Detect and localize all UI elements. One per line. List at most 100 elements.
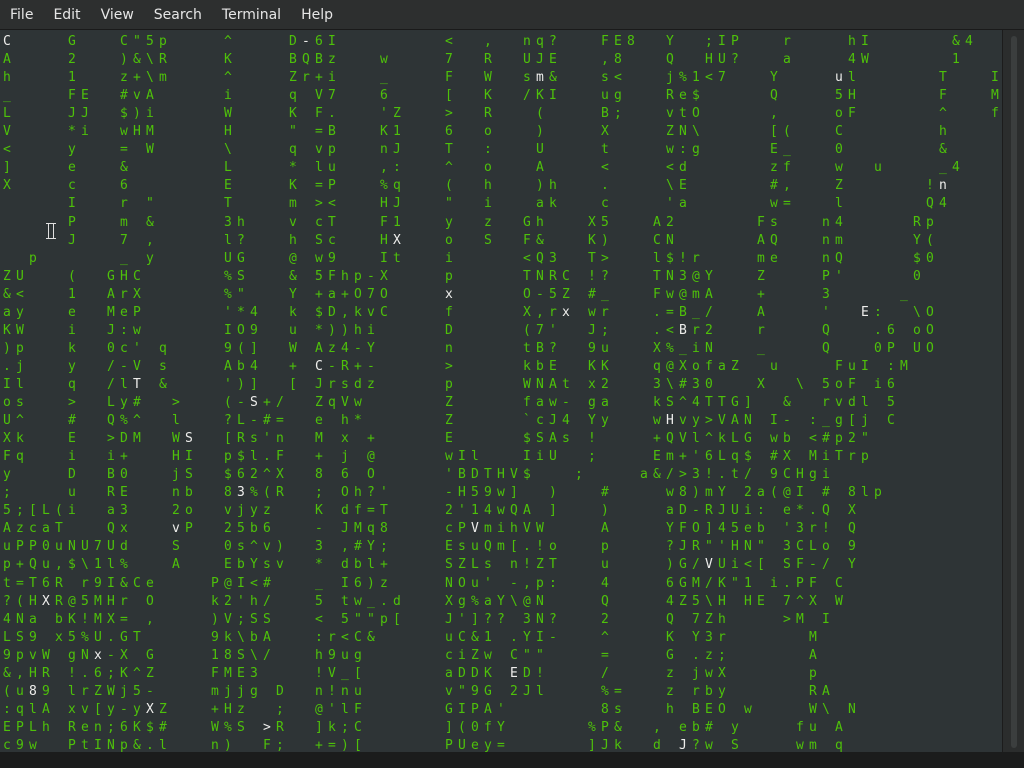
rain-glyph: m xyxy=(497,539,505,555)
rain-glyph: y xyxy=(718,683,726,699)
rain-glyph: Q xyxy=(822,503,830,519)
rain-glyph: a xyxy=(783,52,791,68)
rain-glyph: 2 xyxy=(666,214,674,230)
rain-glyph: ' xyxy=(497,701,505,717)
rain-glyph: T xyxy=(29,575,37,591)
rain-glyph: & xyxy=(536,232,544,248)
rain-glyph: J xyxy=(445,611,453,627)
rain-glyph: e xyxy=(679,88,687,104)
terminal-scrollbar[interactable] xyxy=(1002,30,1024,752)
rain-glyph: k xyxy=(653,395,661,410)
rain-glyph: F xyxy=(263,737,271,752)
rain-glyph: / xyxy=(666,467,674,483)
rain-glyph: X xyxy=(120,647,128,663)
rain-glyph: + xyxy=(354,358,362,374)
rain-glyph: # xyxy=(263,413,271,429)
rain-glyph: D xyxy=(458,665,466,681)
rain-glyph: r xyxy=(120,593,128,609)
rain-glyph: A xyxy=(42,701,50,717)
rain-glyph: ' xyxy=(380,106,388,122)
rain-glyph: ! xyxy=(536,665,544,681)
rain-glyph: ; xyxy=(237,611,245,627)
rain-glyph: b xyxy=(55,611,63,627)
rain-glyph: 4 xyxy=(692,395,700,410)
menu-help[interactable]: Help xyxy=(291,0,343,30)
menu-edit[interactable]: Edit xyxy=(43,0,90,30)
rain-glyph: i xyxy=(874,376,882,392)
rain-glyph: I xyxy=(224,322,232,338)
rain-glyph: " xyxy=(289,124,297,140)
rain-glyph: 3 xyxy=(822,286,830,302)
rain-glyph: F xyxy=(276,449,284,465)
rain-glyph: o xyxy=(445,232,453,248)
rain-glyph: 4 xyxy=(562,413,570,429)
rain-glyph: < xyxy=(445,34,453,49)
rain-glyph: b xyxy=(757,521,765,537)
rain-glyph: u xyxy=(3,539,11,555)
rain-glyph: 6 xyxy=(94,665,102,681)
rain-glyph: h xyxy=(939,124,947,140)
rain-glyph: l xyxy=(835,196,843,212)
menu-search[interactable]: Search xyxy=(144,0,212,30)
rain-glyph: T xyxy=(55,521,63,537)
rain-glyph: & xyxy=(146,214,154,230)
rain-glyph: r xyxy=(81,575,89,591)
menu-view[interactable]: View xyxy=(91,0,144,30)
rain-glyph: E xyxy=(120,485,128,501)
rain-glyph: Y xyxy=(692,629,700,645)
rain-glyph: ( xyxy=(68,268,76,284)
rain-glyph: G xyxy=(107,268,115,284)
rain-glyph: S xyxy=(172,539,180,555)
rain-glyph: 4 xyxy=(666,593,674,609)
rain-glyph: ? xyxy=(731,52,739,68)
rain-glyph: 5 xyxy=(549,286,557,302)
rain-glyph: , xyxy=(341,304,349,320)
rain-glyph: 9 xyxy=(250,322,258,338)
rain-glyph: z xyxy=(367,376,375,392)
menu-terminal[interactable]: Terminal xyxy=(212,0,291,30)
rain-glyph: > xyxy=(679,467,687,483)
rain-glyph: \ xyxy=(796,376,804,392)
rain-glyph: M xyxy=(94,611,102,627)
rain-glyph: A xyxy=(549,376,557,392)
rain-glyph: 9 xyxy=(211,629,219,645)
rain-glyph: U xyxy=(107,539,115,555)
rain-glyph: u xyxy=(328,160,336,176)
rain-glyph: A xyxy=(172,557,180,573)
rain-glyph: w xyxy=(744,701,752,717)
rain-glyph: H xyxy=(796,467,804,483)
menu-file[interactable]: File xyxy=(0,0,43,30)
rain-glyph: $ xyxy=(913,250,921,266)
rain-glyph: O xyxy=(718,701,726,717)
rain-glyph: p xyxy=(380,611,388,627)
rain-glyph: # xyxy=(705,719,713,735)
rain-glyph: - xyxy=(549,629,557,645)
rain-glyph: Y xyxy=(367,539,375,555)
rain-glyph: ^ xyxy=(939,106,947,122)
rain-glyph: u xyxy=(770,358,778,374)
rain-glyph: O xyxy=(341,485,349,501)
rain-glyph: ; xyxy=(380,539,388,555)
rain-glyph: p xyxy=(536,575,544,591)
rain-glyph: \ xyxy=(666,178,674,194)
rain-glyph: c xyxy=(3,737,11,752)
rain-glyph: ) xyxy=(341,322,349,338)
rain-glyph: + xyxy=(315,737,323,752)
rain-glyph: , xyxy=(783,178,791,194)
rain-glyph: p xyxy=(120,737,128,752)
rain-glyph: . xyxy=(3,358,11,374)
rain-glyph: T xyxy=(549,557,557,573)
rain-glyph: @ xyxy=(367,449,375,465)
rain-glyph: u xyxy=(55,539,63,555)
rain-glyph: h xyxy=(666,701,674,717)
terminal-output-area[interactable]: CGC"5p^D-6I<,nq?FE8Y;IPrhI&4IA2)&\RKBQBz… xyxy=(0,30,1002,752)
scrollbar-thumb[interactable] xyxy=(1011,36,1017,748)
rain-glyph: Z xyxy=(835,178,843,194)
rain-glyph: M xyxy=(94,593,102,609)
rain-glyph: > xyxy=(445,106,453,122)
rain-glyph: + xyxy=(315,449,323,465)
rain-glyph: v xyxy=(666,106,674,122)
rain-glyph: d xyxy=(120,539,128,555)
rain-glyph: - xyxy=(692,503,700,519)
rain-glyph: ] xyxy=(588,737,596,752)
